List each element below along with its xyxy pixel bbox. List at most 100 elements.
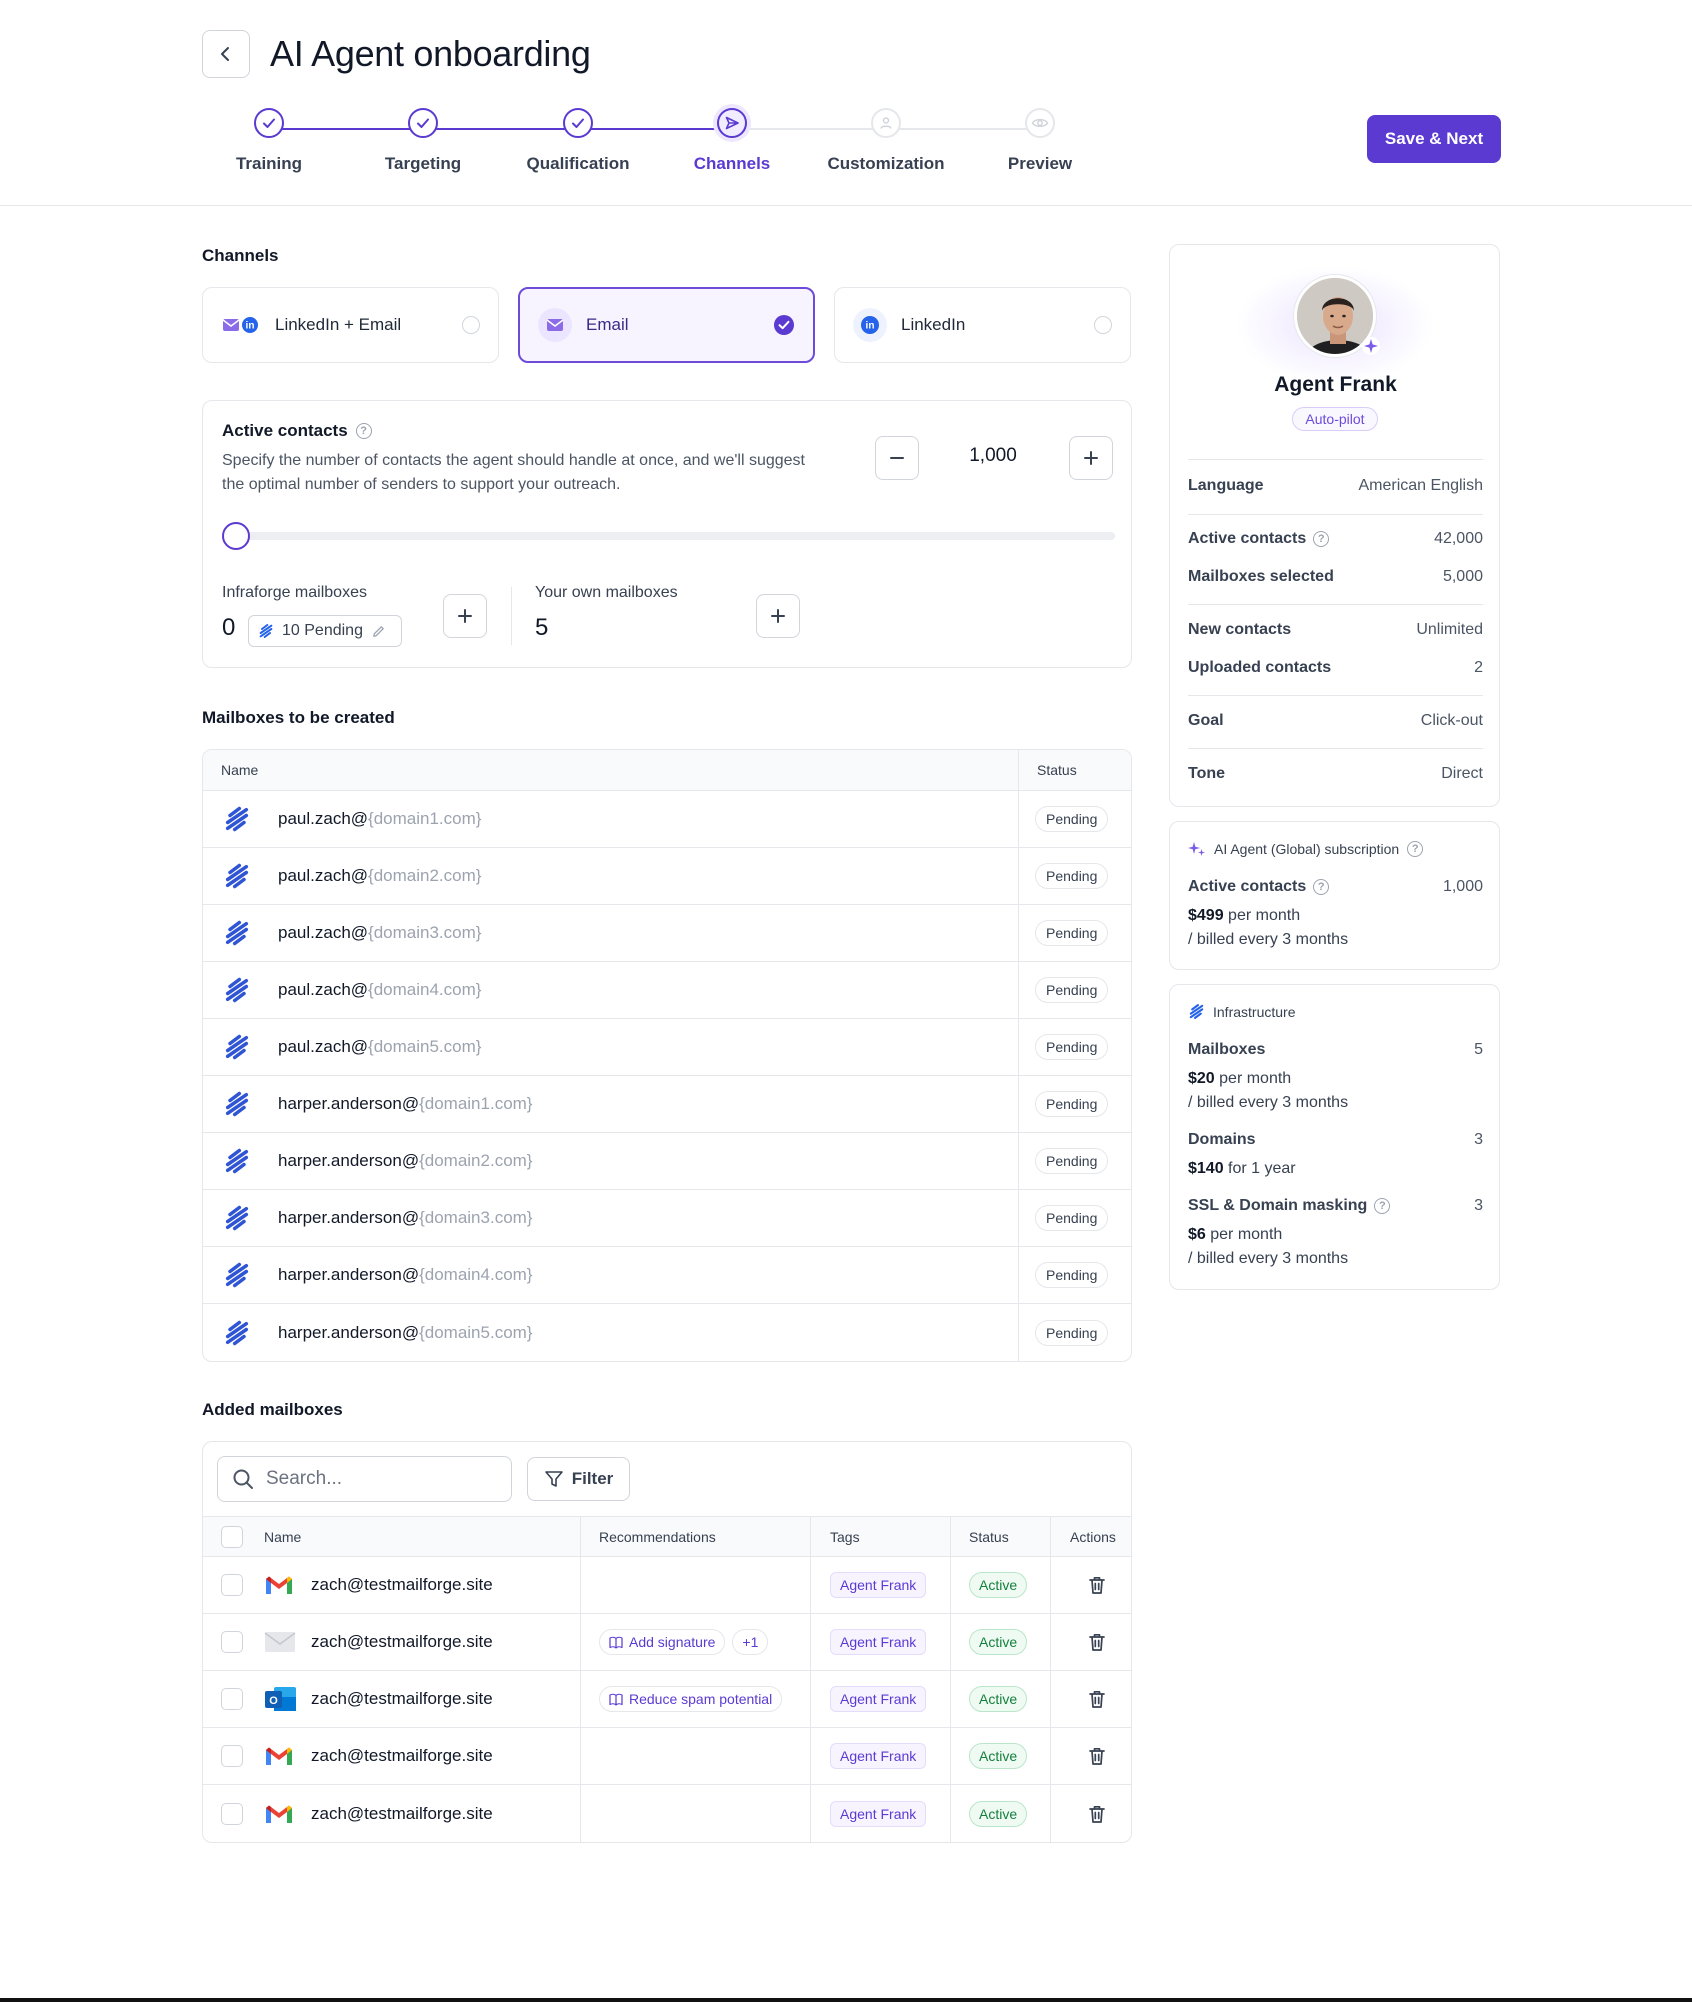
radio-unchecked[interactable] <box>1094 316 1112 334</box>
delete-button[interactable] <box>1086 1557 1108 1613</box>
step-preview[interactable]: Preview <box>965 108 1115 174</box>
channel-option-email[interactable]: Email <box>518 287 815 363</box>
help-icon[interactable]: ? <box>1313 879 1330 895</box>
row-checkbox[interactable] <box>221 1688 243 1710</box>
delete-button[interactable] <box>1086 1671 1108 1727</box>
infra-ssl-value: 3 <box>1474 1197 1483 1214</box>
agent-tag[interactable]: Agent Frank <box>830 1800 927 1827</box>
mailbox-domain-placeholder: {domain3.com} <box>419 1208 533 1227</box>
tone-row: Tone Direct <box>1188 765 1483 783</box>
back-button[interactable] <box>202 30 250 78</box>
status-cell: Pending <box>1035 1190 1109 1246</box>
minus-icon <box>890 457 904 459</box>
decrement-button[interactable] <box>875 436 919 480</box>
step-qualification[interactable]: Qualification <box>503 108 653 174</box>
row-checkbox[interactable] <box>221 1631 243 1653</box>
infraforge-logo-icon <box>1189 1004 1204 1019</box>
channel-option-linkedin[interactable]: in LinkedIn <box>834 287 1131 363</box>
agent-tag[interactable]: Agent Frank <box>830 1629 927 1655</box>
add-own-mailbox-button[interactable] <box>756 594 800 638</box>
active-contacts-value: 42,000 <box>1434 530 1483 547</box>
mailbox-domain-placeholder: {domain1.com} <box>419 1094 533 1113</box>
step-targeting[interactable]: Targeting <box>348 108 498 174</box>
delete-button[interactable] <box>1086 1728 1108 1784</box>
trash-icon <box>1086 1745 1108 1767</box>
recommendation-chip[interactable]: Reduce spam potential <box>599 1686 783 1712</box>
row-checkbox[interactable] <box>221 1574 243 1596</box>
help-icon[interactable]: ? <box>1374 1198 1391 1214</box>
recommendations-cell: Add signature +1 <box>599 1614 769 1670</box>
active-contacts-value[interactable]: 1,000 <box>943 445 1043 467</box>
email-icon <box>538 308 572 342</box>
tone-label: Tone <box>1188 765 1226 782</box>
channel-option-linkedin-email[interactable]: in LinkedIn + Email <box>202 287 499 363</box>
infra-mailboxes-billing: / billed every 3 months <box>1188 1094 1349 1111</box>
column-divider <box>950 1517 951 1556</box>
filter-button[interactable]: Filter <box>527 1457 630 1501</box>
check-circle-filled-icon[interactable] <box>773 314 795 336</box>
column-divider <box>950 1557 951 1613</box>
recommendation-chip[interactable]: Add signature <box>599 1629 726 1655</box>
save-next-button[interactable]: Save & Next <box>1367 115 1501 163</box>
subscription-contacts-text: Active contacts <box>1188 878 1307 895</box>
more-recommendations-chip[interactable]: +1 <box>732 1629 769 1655</box>
step-customization[interactable]: Customization <box>811 108 961 174</box>
added-mailboxes-heading: Added mailboxes <box>202 1400 343 1419</box>
agent-tag[interactable]: Agent Frank <box>830 1572 927 1598</box>
infra-mailboxes-price-unit: per month <box>1219 1070 1292 1087</box>
column-divider <box>580 1614 581 1670</box>
status-badge: Active <box>969 1572 1028 1598</box>
help-icon[interactable]: ? <box>1313 531 1330 547</box>
chevron-left-icon <box>221 47 229 61</box>
help-icon[interactable]: ? <box>1407 841 1424 857</box>
table-toolbar: Search... Filter <box>203 1442 1131 1516</box>
row-select-cell <box>221 1728 243 1784</box>
divider <box>1188 459 1483 460</box>
infra-ssl-text: SSL & Domain masking <box>1188 1197 1368 1214</box>
contacts-slider-track[interactable] <box>235 532 1115 540</box>
agent-tag[interactable]: Agent Frank <box>830 1743 927 1769</box>
column-header-recommendations: Recommendations <box>599 1528 716 1545</box>
status-cell: Pending <box>1035 905 1109 961</box>
delete-button[interactable] <box>1086 1614 1108 1670</box>
column-header-name: Name <box>221 762 259 778</box>
select-all-checkbox[interactable] <box>221 1525 243 1548</box>
mailbox-domain-placeholder: {domain4.com} <box>368 980 482 999</box>
delete-button[interactable] <box>1086 1785 1108 1842</box>
status-cell: Active <box>969 1785 1028 1842</box>
contacts-slider-thumb[interactable] <box>222 522 250 550</box>
uploaded-contacts-label: Uploaded contacts <box>1188 659 1332 676</box>
recommendations-cell: Reduce spam potential <box>599 1671 783 1727</box>
row-checkbox[interactable] <box>221 1745 243 1767</box>
status-cell: Active <box>969 1728 1028 1784</box>
svg-text:in: in <box>866 321 875 332</box>
add-infraforge-mailbox-button[interactable] <box>443 594 487 638</box>
mailbox-address: harper.anderson@ {domain5.com} <box>278 1304 532 1361</box>
increment-button[interactable] <box>1069 436 1113 480</box>
mailbox-domain-placeholder: {domain5.com} <box>368 1037 482 1056</box>
column-divider <box>580 1785 581 1842</box>
recommendation-text: +1 <box>742 1634 759 1650</box>
radio-unchecked[interactable] <box>462 316 480 334</box>
row-checkbox[interactable] <box>221 1802 243 1825</box>
infraforge-logo-icon <box>259 624 273 638</box>
subscription-contacts-label: Active contacts? <box>1188 878 1330 896</box>
mailbox-email: zach@testmailforge.site <box>311 1746 493 1765</box>
step-channels[interactable]: Channels <box>657 108 807 174</box>
pending-mailboxes-chip[interactable]: 10 Pending <box>248 615 402 647</box>
help-icon[interactable]: ? <box>355 423 372 439</box>
pencil-icon[interactable] <box>371 624 386 639</box>
book-icon <box>609 1636 623 1649</box>
mailbox-address: paul.zach@ {domain5.com} <box>278 1019 481 1075</box>
column-header-actions: Actions <box>1070 1528 1116 1545</box>
column-divider <box>1018 1019 1019 1075</box>
agent-tag[interactable]: Agent Frank <box>830 1686 927 1712</box>
step-training[interactable]: Training <box>194 108 344 174</box>
step-label: Training <box>235 154 303 173</box>
search-input[interactable]: Search... <box>217 1456 512 1502</box>
channel-label: LinkedIn + Email <box>275 315 402 334</box>
column-divider <box>1018 1247 1019 1303</box>
column-divider <box>950 1785 951 1842</box>
column-divider <box>1050 1785 1051 1842</box>
table-row: Ozach@testmailforge.site Reduce spam pote… <box>203 1671 1131 1728</box>
